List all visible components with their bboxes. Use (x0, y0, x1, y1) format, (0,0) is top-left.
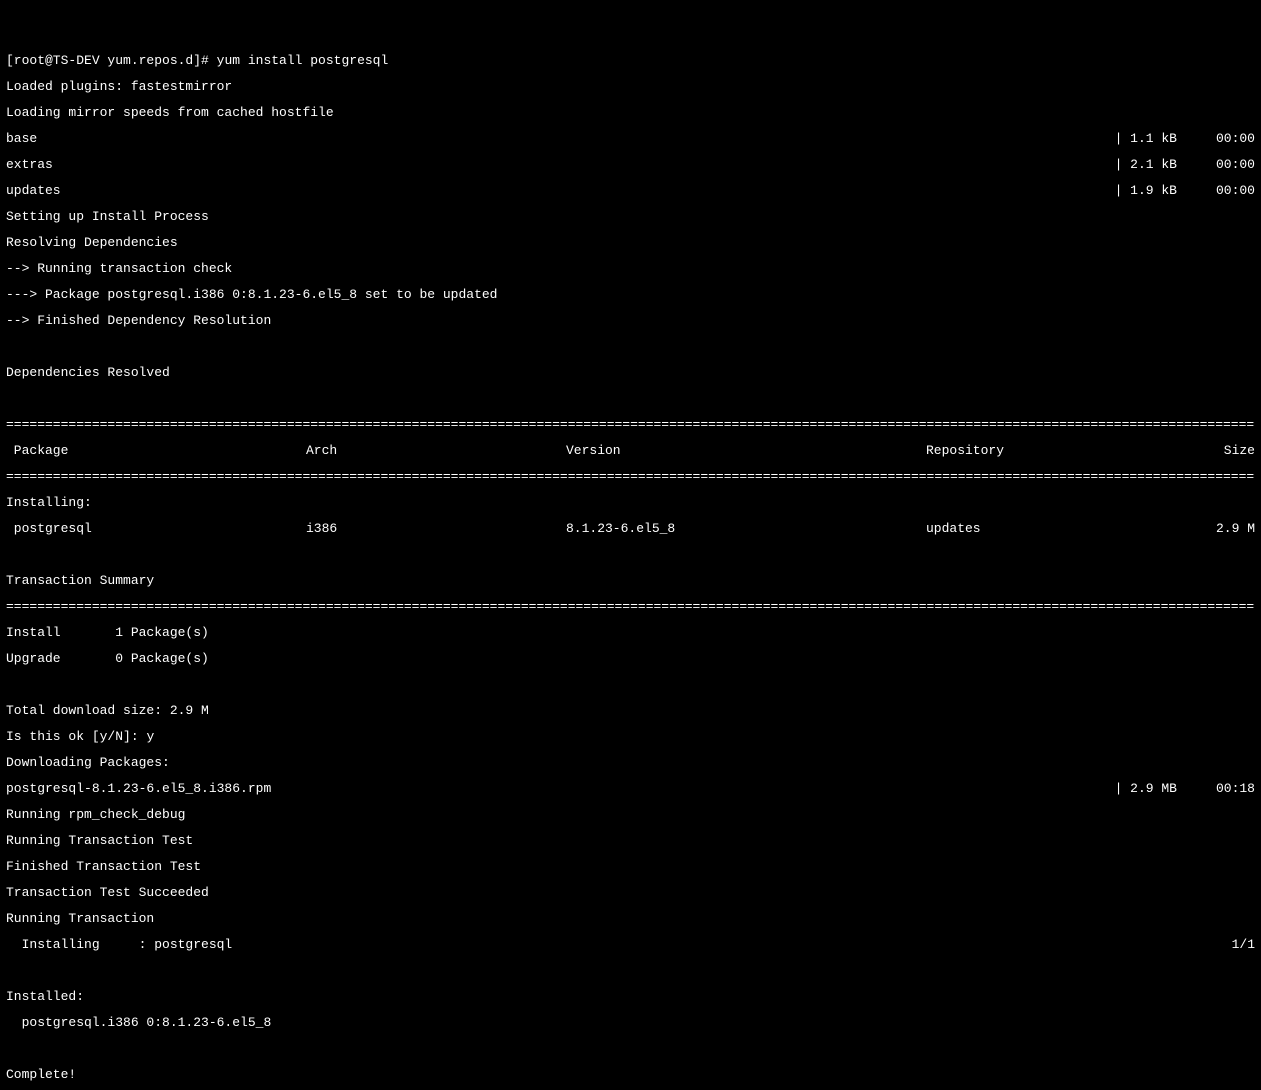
output-text (6, 548, 1255, 561)
command-text: yum install postgresql (217, 53, 389, 68)
cell-arch: i386 (306, 522, 566, 535)
divider: ========================================… (6, 600, 1255, 613)
output-text: Transaction Test Succeeded (6, 886, 1255, 899)
output-text: ---> Package postgresql.i386 0:8.1.23-6.… (6, 288, 1255, 301)
install-row: Installing : postgresql 1/1 (6, 938, 1255, 951)
output-text: --> Finished Dependency Resolution (6, 314, 1255, 327)
output-text: Transaction Summary (6, 574, 1255, 587)
output-text: postgresql.i386 0:8.1.23-6.el5_8 (6, 1016, 1255, 1029)
output-text: Loaded plugins: fastestmirror (6, 80, 1255, 93)
output-text: Loading mirror speeds from cached hostfi… (6, 106, 1255, 119)
col-size: Size (1206, 444, 1255, 457)
repo-row: extras | 2.1 kB 00:00 (6, 158, 1255, 171)
output-text: Finished Transaction Test (6, 860, 1255, 873)
col-version: Version (566, 444, 926, 457)
output-text: Upgrade 0 Package(s) (6, 652, 1255, 665)
repo-row: updates | 1.9 kB 00:00 (6, 184, 1255, 197)
repo-row: base | 1.1 kB 00:00 (6, 132, 1255, 145)
output-text: Resolving Dependencies (6, 236, 1255, 249)
divider: ========================================… (6, 418, 1255, 431)
output-text (6, 1042, 1255, 1055)
repo-size: | 1.9 kB 00:00 (1115, 184, 1255, 197)
install-count: 1/1 (1232, 938, 1255, 951)
output-text (6, 678, 1255, 691)
table-row: postgresqli3868.1.23-6.el5_8updates2.9 M (6, 522, 1255, 535)
prompt: [root@TS-DEV yum.repos.d]# (6, 53, 217, 68)
download-progress: | 2.9 MB 00:18 (1115, 782, 1255, 795)
output-text: Dependencies Resolved (6, 366, 1255, 379)
output-text: Total download size: 2.9 M (6, 704, 1255, 717)
output-text (6, 392, 1255, 405)
output-text: Running Transaction Test (6, 834, 1255, 847)
install-step: Installing : postgresql (6, 938, 232, 951)
output-text: Installed: (6, 990, 1255, 1003)
repo-size: | 2.1 kB 00:00 (1115, 158, 1255, 171)
output-text: Running Transaction (6, 912, 1255, 925)
repo-name: base (6, 132, 37, 145)
confirm-prompt[interactable]: Is this ok [y/N]: y (6, 730, 1255, 743)
col-arch: Arch (306, 444, 566, 457)
col-repo: Repository (926, 444, 1206, 457)
confirm-answer: y (146, 729, 154, 744)
repo-size: | 1.1 kB 00:00 (1115, 132, 1255, 145)
output-text: Running rpm_check_debug (6, 808, 1255, 821)
output-text: Downloading Packages: (6, 756, 1255, 769)
table-header: PackageArchVersionRepositorySize (6, 444, 1255, 457)
output-text (6, 340, 1255, 353)
repo-name: updates (6, 184, 61, 197)
cell-package: postgresql (6, 522, 306, 535)
divider: ========================================… (6, 470, 1255, 483)
prompt-line[interactable]: [root@TS-DEV yum.repos.d]# yum install p… (6, 54, 1255, 67)
output-text: Setting up Install Process (6, 210, 1255, 223)
col-package: Package (6, 444, 306, 457)
repo-name: extras (6, 158, 53, 171)
cell-version: 8.1.23-6.el5_8 (566, 522, 926, 535)
output-text (6, 964, 1255, 977)
cell-size: 2.9 M (1206, 522, 1255, 535)
download-row: postgresql-8.1.23-6.el5_8.i386.rpm | 2.9 … (6, 782, 1255, 795)
output-text: Install 1 Package(s) (6, 626, 1255, 639)
download-file: postgresql-8.1.23-6.el5_8.i386.rpm (6, 782, 271, 795)
confirm-label: Is this ok [y/N]: (6, 729, 146, 744)
output-text: Installing: (6, 496, 1255, 509)
output-text: --> Running transaction check (6, 262, 1255, 275)
cell-repo: updates (926, 522, 1206, 535)
output-text: Complete! (6, 1068, 1255, 1081)
